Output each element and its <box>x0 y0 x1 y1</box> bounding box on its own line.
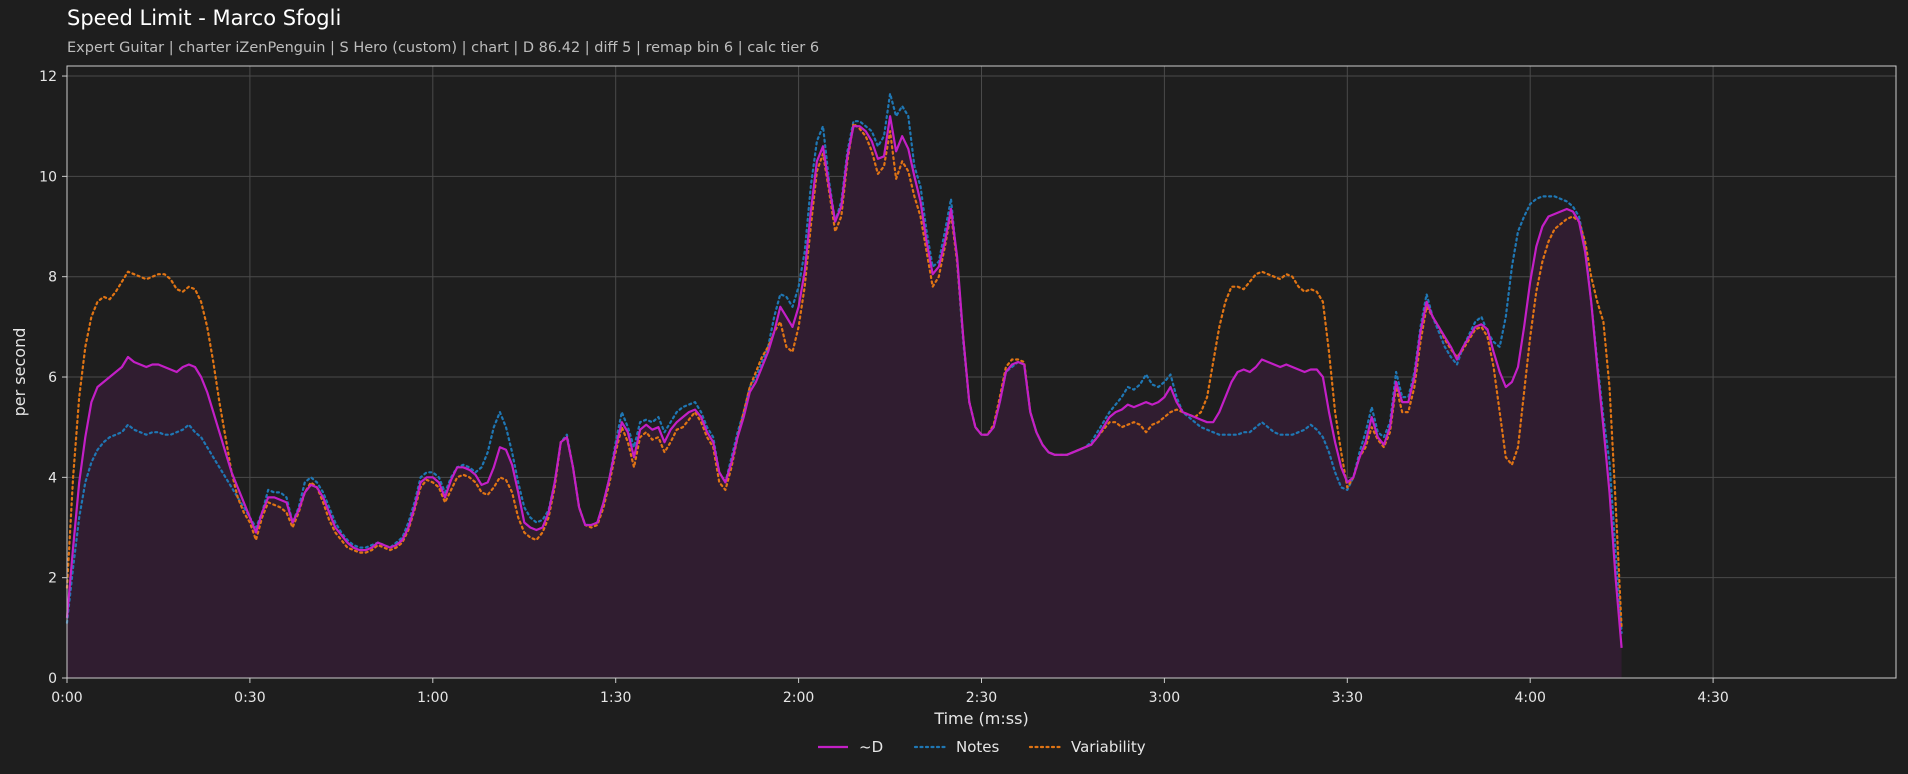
x-tick-label: 4:30 <box>1697 690 1728 706</box>
x-tick-label: 1:00 <box>417 690 448 706</box>
x-tick-label: 3:00 <box>1149 690 1180 706</box>
speed-chart: 0:00 0:30 1:00 1:30 2:00 2:30 3:00 3:30 4:00 4:30… <box>10 65 1897 756</box>
series-fills <box>67 116 1622 678</box>
x-tick-label: 0:30 <box>234 690 265 706</box>
legend-label: ~D <box>859 738 883 756</box>
legend: ~D Notes Variability <box>818 738 1146 756</box>
x-tick-label: 0:00 <box>51 690 82 706</box>
x-tick-label: 4:00 <box>1514 690 1545 706</box>
y-axis-label: per second <box>10 328 29 417</box>
legend-label: Variability <box>1071 738 1146 756</box>
y-tick-label: 12 <box>39 69 57 85</box>
series-fill-~D <box>67 116 1622 678</box>
x-tick-label: 1:30 <box>600 690 631 706</box>
legend-label: Notes <box>956 738 1000 756</box>
x-tick-label: 3:30 <box>1332 690 1363 706</box>
x-axis-label: Time (m:ss) <box>933 709 1028 728</box>
x-tick-label: 2:00 <box>783 690 814 706</box>
y-tick-label: 6 <box>48 370 57 386</box>
y-tick-label: 10 <box>39 169 57 185</box>
y-tick-label: 4 <box>48 470 57 486</box>
y-tick-label: 0 <box>48 671 57 687</box>
x-tick-label: 2:30 <box>966 690 997 706</box>
y-tick-label: 8 <box>48 270 57 286</box>
y-tick-label: 2 <box>48 571 57 587</box>
